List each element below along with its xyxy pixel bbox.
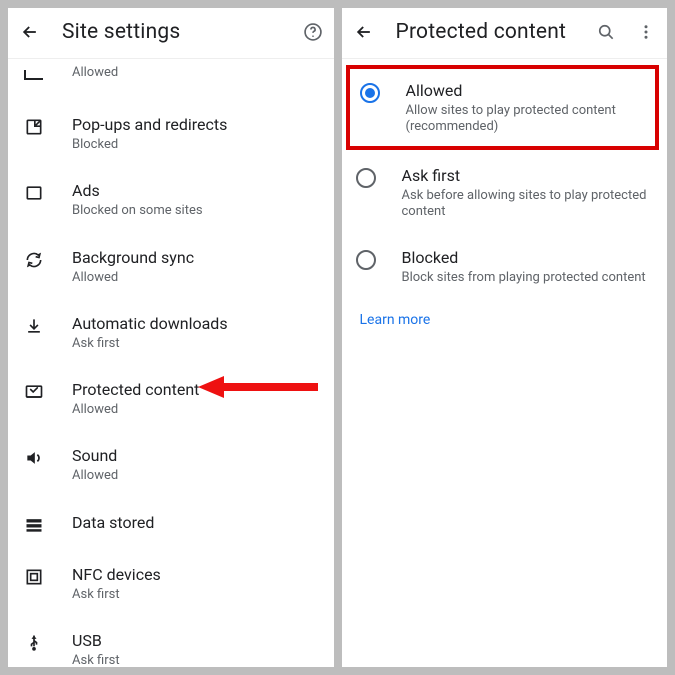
- option-blocked[interactable]: Blocked Block sites from playing protect…: [342, 234, 668, 300]
- list-item-background-sync[interactable]: Background sync Allowed: [8, 234, 334, 300]
- appbar: Site settings: [8, 8, 334, 59]
- nfc-icon: [22, 565, 46, 589]
- option-label: Blocked: [402, 248, 646, 268]
- option-desc: Allow sites to play protected content (r…: [406, 103, 644, 136]
- option-ask-first[interactable]: Ask first Ask before allowing sites to p…: [342, 152, 668, 235]
- radio-icon[interactable]: [356, 168, 376, 188]
- item-label: Ads: [72, 181, 203, 201]
- item-status: Ask first: [72, 587, 161, 603]
- list-item-sound[interactable]: Sound Allowed: [8, 432, 334, 498]
- item-label: Background sync: [72, 248, 194, 268]
- list-item-automatic-downloads[interactable]: Automatic downloads Ask first: [8, 300, 334, 366]
- list-item-nfc[interactable]: NFC devices Ask first: [8, 551, 334, 617]
- learn-more-link[interactable]: Learn more: [342, 300, 668, 328]
- popup-icon: [22, 115, 46, 139]
- item-label: Sound: [72, 446, 118, 466]
- item-status: Blocked: [72, 137, 227, 153]
- option-label: Ask first: [402, 166, 652, 186]
- item-label: Data stored: [72, 513, 154, 533]
- protected-content-screen: Protected content Allowed Allow sites to…: [342, 8, 668, 667]
- page-title: Site settings: [62, 20, 302, 44]
- item-status: Allowed: [72, 65, 118, 81]
- option-desc: Ask before allowing sites to play protec…: [402, 188, 652, 221]
- back-icon[interactable]: [20, 22, 40, 42]
- option-desc: Block sites from playing protected conte…: [402, 270, 646, 286]
- item-status: Blocked on some sites: [72, 203, 203, 219]
- back-icon[interactable]: [354, 22, 374, 42]
- appbar: Protected content: [342, 8, 668, 59]
- item-status: Allowed: [72, 402, 199, 418]
- more-icon[interactable]: [635, 21, 657, 43]
- search-icon[interactable]: [595, 21, 617, 43]
- list-item-popups[interactable]: Pop-ups and redirects Blocked: [8, 101, 334, 167]
- help-icon[interactable]: [302, 21, 324, 43]
- settings-list: Allowed Pop-ups and redirects Blocked Ad…: [8, 59, 334, 667]
- item-status: Allowed: [72, 468, 118, 484]
- javascript-icon: [22, 63, 46, 87]
- annotation-arrow-icon: [198, 374, 318, 400]
- item-label: NFC devices: [72, 565, 161, 585]
- option-label: Allowed: [406, 81, 644, 101]
- option-allowed[interactable]: Allowed Allow sites to play protected co…: [346, 65, 660, 150]
- storage-icon: [22, 513, 46, 537]
- item-status: Ask first: [72, 653, 120, 667]
- list-item-usb[interactable]: USB Ask first: [8, 617, 334, 667]
- item-label: Automatic downloads: [72, 314, 228, 334]
- radio-icon[interactable]: [356, 250, 376, 270]
- page-title: Protected content: [396, 20, 596, 44]
- site-settings-screen: Site settings Allowed: [8, 8, 334, 667]
- protected-content-icon: [22, 380, 46, 404]
- item-label: USB: [72, 631, 120, 651]
- list-item-ads[interactable]: Ads Blocked on some sites: [8, 167, 334, 233]
- list-item-data-stored[interactable]: Data stored: [8, 499, 334, 551]
- options-list: Allowed Allow sites to play protected co…: [342, 59, 668, 328]
- sound-icon: [22, 446, 46, 470]
- item-label: Pop-ups and redirects: [72, 115, 227, 135]
- sync-icon: [22, 248, 46, 272]
- item-label: Protected content: [72, 380, 199, 400]
- item-status: Ask first: [72, 336, 228, 352]
- item-status: Allowed: [72, 270, 194, 286]
- list-item-protected-content[interactable]: Protected content Allowed: [8, 366, 334, 432]
- usb-icon: [22, 631, 46, 655]
- list-item-javascript[interactable]: Allowed: [8, 59, 334, 101]
- ads-icon: [22, 181, 46, 205]
- radio-icon[interactable]: [360, 83, 380, 103]
- download-icon: [22, 314, 46, 338]
